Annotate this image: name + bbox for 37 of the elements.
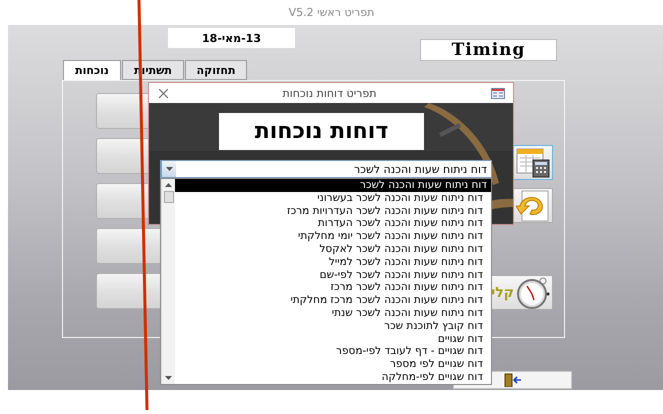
list-item[interactable]: דוח ניתוח שעות והכנה לשכר למייל (175, 256, 491, 269)
dialog-title: תפריט דוחות נוכחות (282, 86, 376, 100)
scroll-thumb[interactable] (164, 191, 174, 203)
list-item[interactable]: דוח שגויים (175, 332, 491, 346)
tab[interactable]: נוכחות (63, 60, 121, 80)
tab[interactable]: תחזוקה (185, 60, 247, 80)
list-item[interactable]: דוח ניתוח שעות והכנה לשכר מרכז מחלקתי (175, 294, 491, 307)
list-item[interactable]: דוח ניתוח שעות והכנה לשכר (175, 179, 491, 192)
form-icon (490, 88, 505, 98)
stopwatch-icon (516, 276, 550, 308)
undo-icon (516, 190, 550, 222)
scrollbar[interactable] (161, 179, 175, 384)
list-item[interactable]: דוח שגויים לפי מספר (175, 358, 491, 371)
list-item[interactable]: דוח ניתוח שעות והכנה לשכר בעשרוני (175, 192, 491, 205)
report-combo[interactable]: דוח ניתוח שעות והכנה לשכר (160, 160, 492, 178)
calculator-icon (516, 148, 550, 178)
list-item[interactable]: דוח ניתוח שעות והכנה לשכר מרכז (175, 281, 491, 294)
scroll-up-icon[interactable] (165, 183, 172, 187)
close-icon[interactable] (159, 88, 168, 98)
dialog-heading: דוחות נוכחות (219, 113, 424, 150)
scroll-down-icon[interactable] (165, 376, 172, 380)
list-item[interactable]: דוח ניתוח שעות והכנה לשכר העדרויות מרכז (175, 204, 491, 218)
window-title: תפריט ראשי V5.2 (288, 6, 374, 19)
list-item[interactable]: דוח ניתוח שעות והכנה לשכר לפי-שם (175, 268, 491, 282)
list-item[interactable]: דוח ניתוח שעות והכנה לשכר לאקסל (175, 242, 491, 256)
list-item[interactable]: דוח ניתוח שעות והכנה לשכר שנתי (175, 306, 491, 320)
logo: Timing (420, 39, 557, 61)
calculator-button[interactable] (513, 145, 553, 180)
dropdown-caret-icon[interactable] (166, 167, 172, 171)
exit-door-icon (504, 373, 522, 387)
list-item[interactable]: דוח ניתוח שעות והכנה לשכר העדרות (175, 217, 491, 230)
list-item[interactable]: דוח שגויים - דף לעובד לפי-מספר (175, 345, 491, 358)
undo-button[interactable] (513, 188, 553, 223)
list-item[interactable]: דוח שגויים לפי-מחלקה (175, 370, 491, 384)
list-item[interactable]: דוח קובץ לתוכנת שכר (175, 320, 491, 333)
date-field: 13-מאי-18 (168, 28, 295, 48)
list-item[interactable]: דוח ניתוח שעות והכנה לשכר יומי מחלקתי (175, 230, 491, 243)
